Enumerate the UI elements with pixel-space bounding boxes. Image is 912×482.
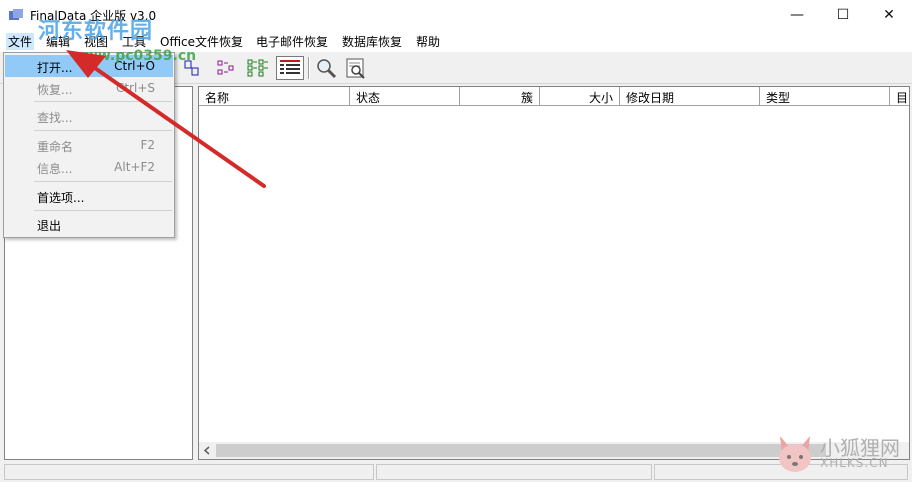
fox-logo-icon [779, 436, 811, 472]
column-header-cluster[interactable]: 簇 [460, 87, 540, 106]
close-button[interactable]: ✕ [866, 0, 912, 30]
menu-item-preferences[interactable]: 首选项... [5, 185, 173, 207]
status-panel [376, 464, 652, 480]
watermark-site-name: 河东软件园 [38, 19, 154, 44]
column-header-directory[interactable]: 目 [890, 87, 909, 106]
maximize-button[interactable]: ☐ [820, 0, 866, 30]
magnifier-icon [317, 59, 337, 79]
column-header-name[interactable]: 名称 [199, 87, 350, 106]
small-icons-view-button[interactable] [214, 56, 238, 80]
menu-item-info[interactable]: 信息... Alt+F2 [5, 156, 173, 178]
status-panel [4, 464, 374, 480]
menu-database-recovery[interactable]: 数据库恢复 [340, 33, 404, 50]
file-list-header: 名称 状态 簇 大小 修改日期 类型 目 [199, 87, 909, 106]
watermark-brand-url: XHLKS.CN [820, 456, 889, 470]
list-view-button[interactable] [246, 56, 270, 80]
menu-item-rename[interactable]: 重命名 F2 [5, 134, 173, 156]
details-icon [280, 60, 300, 74]
menu-item-find[interactable]: 查找... [5, 105, 173, 127]
column-header-modified-date[interactable]: 修改日期 [620, 87, 760, 106]
find-button[interactable] [314, 56, 338, 80]
scrollbar-thumb[interactable] [216, 444, 826, 457]
menu-separator [34, 210, 172, 211]
watermark-site-url: www.pc0359.cn [72, 48, 197, 64]
menu-separator [34, 130, 172, 131]
document-search-icon [346, 58, 365, 79]
column-header-size[interactable]: 大小 [540, 87, 620, 106]
file-menu-dropdown: 打开... Ctrl+O 恢复... Ctrl+S 查找... 重命名 F2 信… [3, 52, 175, 238]
column-header-type[interactable]: 类型 [760, 87, 890, 106]
minimize-button[interactable]: — [774, 0, 820, 30]
menu-separator [34, 101, 172, 102]
column-header-status[interactable]: 状态 [350, 87, 460, 106]
toolbar-separator [308, 57, 310, 79]
menu-file[interactable]: 文件 [6, 33, 35, 50]
list-icon [247, 59, 268, 77]
menu-item-exit[interactable]: 退出 [5, 213, 173, 235]
menu-email-recovery[interactable]: 电子邮件恢复 [254, 33, 330, 50]
file-list-pane[interactable]: 名称 状态 簇 大小 修改日期 类型 目 [198, 86, 910, 460]
small-icons-icon [217, 60, 234, 75]
scroll-left-icon[interactable] [203, 446, 212, 455]
app-icon [9, 9, 23, 20]
preview-button[interactable] [344, 56, 368, 80]
menu-separator [34, 181, 172, 182]
menu-help[interactable]: 帮助 [414, 33, 442, 50]
menu-item-recover[interactable]: 恢复... Ctrl+S [5, 77, 173, 99]
details-view-button[interactable] [276, 56, 304, 80]
